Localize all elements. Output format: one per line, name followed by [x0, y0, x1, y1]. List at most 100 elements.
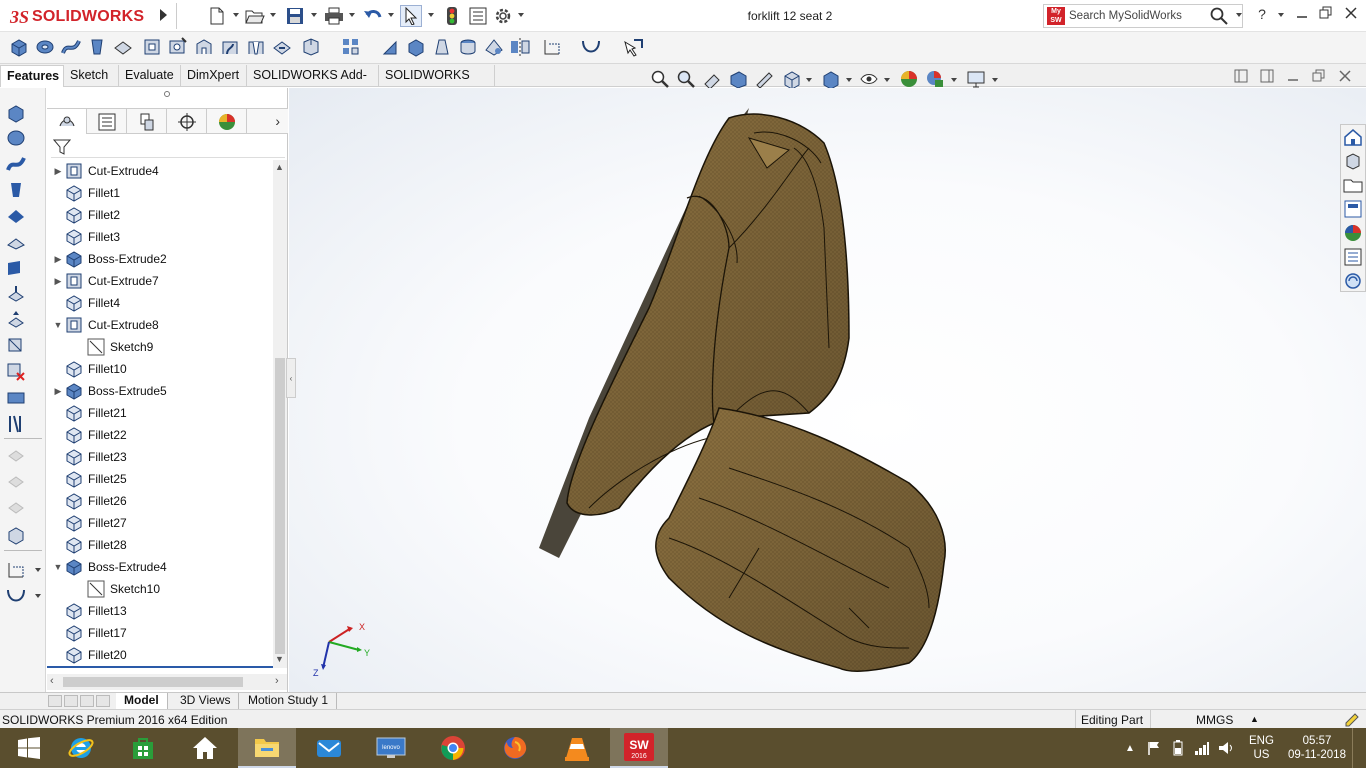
- collapse-arrow-icon[interactable]: ▼: [51, 320, 65, 330]
- last-tab-button[interactable]: [96, 695, 110, 707]
- tab-solidworks-addins[interactable]: SOLIDWORKS Add-Ins: [247, 65, 379, 102]
- mail-button[interactable]: [300, 728, 358, 768]
- instant3d-button[interactable]: [622, 36, 644, 58]
- graphics-area[interactable]: X Y Z: [289, 88, 1366, 692]
- rebuild-button[interactable]: [441, 5, 463, 27]
- tree-node[interactable]: Fillet26: [51, 490, 127, 512]
- extrude-tool[interactable]: [5, 102, 27, 124]
- tree-node[interactable]: Fillet17: [51, 622, 127, 644]
- curves-button[interactable]: [580, 36, 602, 58]
- chevron-down-icon[interactable]: [233, 13, 239, 17]
- view-palette-tab[interactable]: [1343, 199, 1363, 219]
- help-button[interactable]: ?: [1251, 6, 1273, 22]
- file-explorer-button[interactable]: [238, 728, 296, 768]
- open-button[interactable]: [244, 5, 266, 27]
- tab-features[interactable]: Features: [0, 65, 64, 87]
- new-document-button[interactable]: [206, 5, 228, 27]
- notifications-button[interactable]: [1352, 728, 1366, 768]
- chevron-down-icon[interactable]: [1278, 13, 1284, 17]
- solidworks-logo[interactable]: 3S SOLIDWORKS: [10, 6, 144, 28]
- curves-tool[interactable]: [5, 585, 27, 607]
- tree-filter[interactable]: [51, 136, 285, 158]
- design-library-tab[interactable]: [1343, 151, 1363, 171]
- print-button[interactable]: [323, 5, 345, 27]
- expand-arrow-icon[interactable]: ▶: [51, 276, 65, 287]
- intersect-button[interactable]: [457, 36, 479, 58]
- chevron-down-icon[interactable]: [806, 78, 812, 82]
- collapse-arrow-icon[interactable]: ▼: [51, 562, 65, 572]
- tab-3d-views[interactable]: 3D Views: [172, 693, 240, 709]
- draft-button[interactable]: [431, 36, 453, 58]
- hole-wizard-button[interactable]: [167, 36, 189, 58]
- chevron-down-icon[interactable]: [35, 594, 41, 598]
- configurationmanager-tab[interactable]: [127, 109, 167, 134]
- revolve-tool[interactable]: [5, 127, 27, 149]
- scroll-thumb[interactable]: [63, 677, 243, 687]
- scroll-right-icon[interactable]: ›: [275, 675, 279, 687]
- tree-node[interactable]: Fillet4: [51, 292, 120, 314]
- tree-node[interactable]: Sketch10: [73, 578, 160, 600]
- chevron-down-icon[interactable]: [349, 13, 355, 17]
- scroll-left-icon[interactable]: ‹: [50, 675, 54, 687]
- first-tab-button[interactable]: [48, 695, 62, 707]
- restore-button[interactable]: [1315, 6, 1337, 23]
- tab-solidworks-mbd[interactable]: SOLIDWORKS MBD: [379, 65, 495, 102]
- start-button[interactable]: [0, 728, 58, 768]
- tree-horizontal-scrollbar[interactable]: ‹ ›: [47, 674, 287, 690]
- tree-node[interactable]: Fillet2: [51, 204, 120, 226]
- clock[interactable]: 05:57 09-11-2018: [1287, 728, 1347, 768]
- thicken-tool[interactable]: [5, 231, 27, 253]
- prev-tab-button[interactable]: [64, 695, 78, 707]
- save-button[interactable]: [284, 5, 306, 27]
- chevron-up-icon[interactable]: ▲: [1250, 714, 1259, 724]
- doc-minimize-button[interactable]: [1286, 69, 1302, 89]
- rib-button[interactable]: [380, 36, 402, 58]
- chevron-down-icon[interactable]: [1236, 13, 1242, 17]
- previous-view-button[interactable]: [702, 69, 722, 90]
- move-face-tool[interactable]: [5, 309, 27, 331]
- wrap-button[interactable]: [405, 36, 427, 58]
- chevron-down-icon[interactable]: [884, 78, 890, 82]
- expand-arrow-icon[interactable]: ▶: [51, 254, 65, 265]
- lofted-boss-button[interactable]: [86, 36, 108, 58]
- chevron-down-icon[interactable]: [992, 78, 998, 82]
- hide-show-items-button[interactable]: [859, 69, 879, 89]
- dynamic-annotation-button[interactable]: [754, 69, 774, 89]
- tree-node[interactable]: Fillet25: [51, 468, 127, 490]
- linear-pattern-button[interactable]: [340, 36, 362, 58]
- tree-node[interactable]: ▶ Boss-Extrude5: [51, 380, 167, 402]
- tree-node[interactable]: ▶ Cut-Extrude4: [51, 160, 159, 182]
- unit-system-button[interactable]: MMGS: [1196, 713, 1233, 727]
- vlc-button[interactable]: [548, 728, 606, 768]
- lofted-cut-button[interactable]: [245, 36, 267, 58]
- extruded-boss-button[interactable]: [8, 36, 30, 58]
- chevron-down-icon[interactable]: [311, 13, 317, 17]
- tile-left-button[interactable]: [1234, 69, 1250, 89]
- expand-arrow-icon[interactable]: ▶: [51, 166, 65, 177]
- tab-motion-study-1[interactable]: Motion Study 1: [240, 693, 338, 709]
- seat-cushion[interactable]: [655, 407, 946, 673]
- tree-node[interactable]: ▶ Cut-Extrude7: [51, 270, 159, 292]
- tree-node[interactable]: Fillet20: [51, 644, 127, 666]
- mirror-button[interactable]: [509, 36, 531, 58]
- display-style-button[interactable]: [820, 69, 840, 90]
- forum-tab[interactable]: [1343, 271, 1363, 291]
- featuremanager-tab[interactable]: [47, 109, 87, 134]
- section-view-button[interactable]: [728, 69, 748, 89]
- view-settings-button[interactable]: [966, 69, 986, 89]
- shell-button[interactable]: [483, 36, 505, 58]
- scroll-down-icon[interactable]: ▼: [275, 654, 284, 664]
- tab-evaluate[interactable]: Evaluate: [119, 65, 181, 87]
- solidworks-taskbar-button[interactable]: SW 2016: [610, 728, 668, 768]
- zoom-to-area-button[interactable]: [676, 69, 696, 89]
- file-explorer-tab[interactable]: [1343, 175, 1363, 195]
- zoom-to-fit-button[interactable]: [650, 69, 670, 89]
- swept-boss-button[interactable]: [60, 36, 82, 58]
- chevron-down-icon[interactable]: [428, 13, 434, 17]
- swept-cut-button[interactable]: [219, 36, 241, 58]
- tree-node[interactable]: ▶ Boss-Extrude2: [51, 248, 167, 270]
- extruded-cut-button[interactable]: [141, 36, 163, 58]
- revolved-boss-button[interactable]: [34, 36, 56, 58]
- custom-properties-tab[interactable]: [1343, 247, 1363, 267]
- reference-geometry-tool[interactable]: [5, 559, 27, 581]
